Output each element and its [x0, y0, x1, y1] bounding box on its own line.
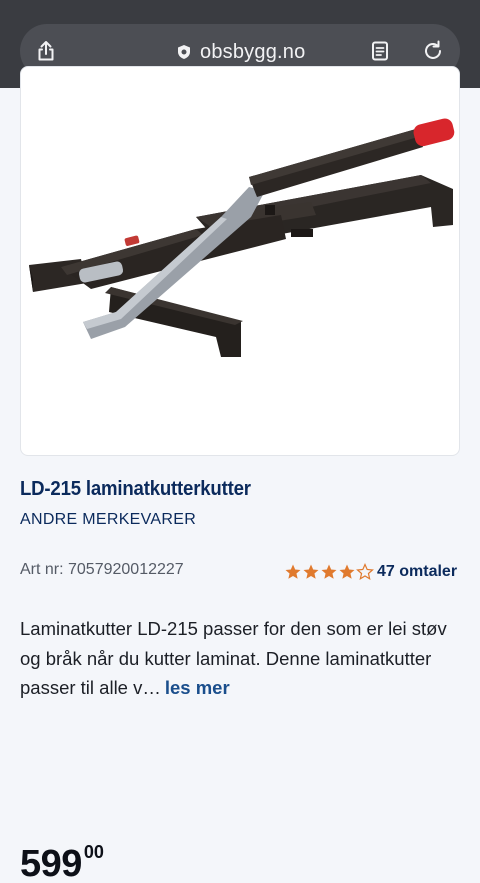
star-filled-icon — [321, 564, 337, 579]
product-brand[interactable]: ANDRE MERKEVARER — [20, 511, 196, 529]
reviews-link[interactable]: 47 omtaler — [377, 563, 457, 581]
read-more-link[interactable]: les mer — [165, 677, 230, 698]
price-main: 599 — [20, 843, 82, 883]
star-filled-icon — [303, 564, 319, 579]
rating-stars — [284, 563, 374, 581]
product-image-card[interactable] — [20, 66, 460, 456]
star-filled-icon — [285, 564, 301, 579]
share-icon[interactable] — [34, 39, 58, 63]
product-rating[interactable]: 47 omtaler — [284, 560, 457, 584]
product-description: Laminatkutter LD-215 passer for den som … — [20, 614, 460, 703]
star-filled-icon — [339, 564, 355, 579]
url-display[interactable]: obsbygg.no — [176, 40, 305, 64]
star-empty-icon — [356, 563, 374, 580]
description-text: Laminatkutter LD-215 passer for den som … — [20, 618, 447, 698]
reader-icon[interactable] — [368, 39, 392, 63]
shield-icon — [178, 45, 190, 59]
laminate-cutter-image — [29, 118, 455, 357]
reload-icon[interactable] — [421, 39, 445, 63]
article-number: Art nr: 7057920012227 — [20, 561, 184, 578]
price: 599 00 — [20, 842, 104, 883]
price-decimals: 00 — [83, 842, 104, 862]
url-text: obsbygg.no — [200, 40, 306, 63]
product-title: LD-215 laminatkutterkutter — [20, 478, 251, 500]
